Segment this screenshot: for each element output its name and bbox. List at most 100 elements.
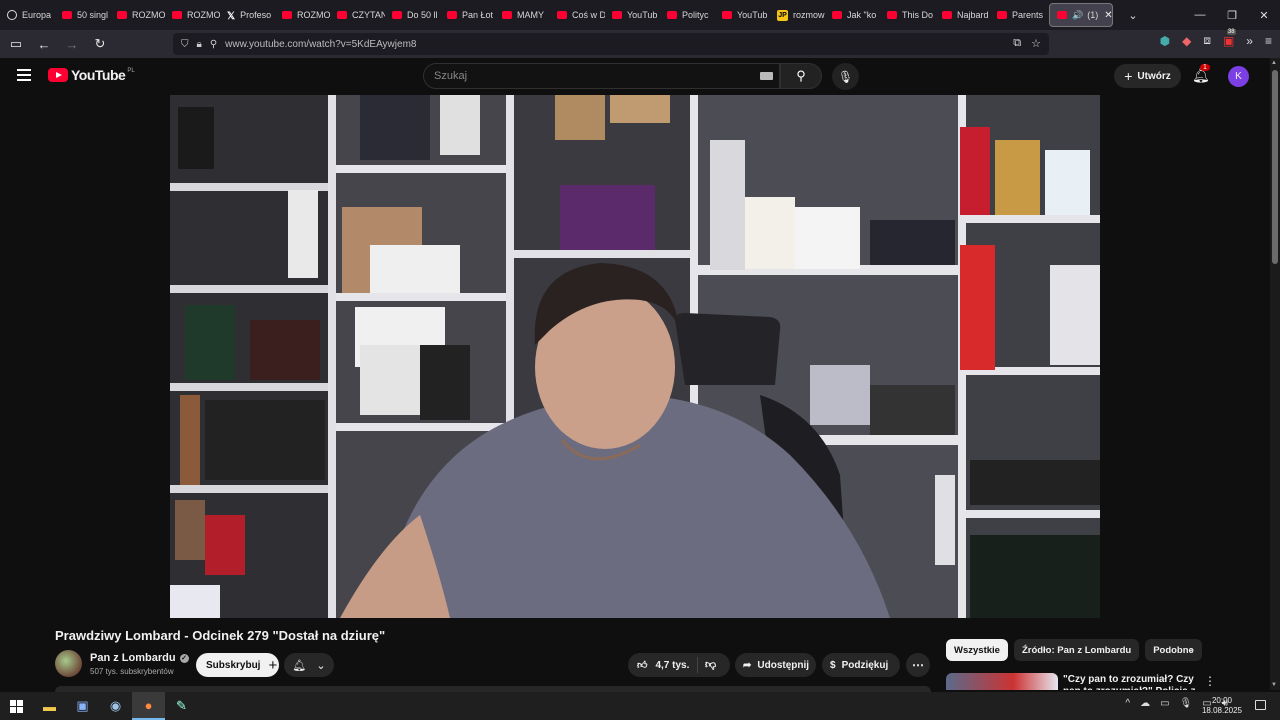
close-window-icon[interactable]: ✕	[1248, 0, 1280, 30]
app-icon[interactable]: ✎	[165, 692, 198, 720]
extension-fox-icon[interactable]: ◆	[1182, 34, 1191, 48]
thumbs-down-icon[interactable]: 👎︎	[705, 658, 716, 671]
forward-button[interactable]: →	[60, 32, 84, 56]
extension-shield-icon[interactable]: ⬢	[1160, 34, 1170, 48]
file-explorer-icon[interactable]: ▬	[33, 692, 66, 720]
browser-tab[interactable]: ROZMO	[275, 0, 330, 30]
logo-text: YouTube	[71, 67, 126, 83]
like-button[interactable]: 👍︎ 4,7 tys. 👎︎	[628, 653, 730, 677]
notification-center-icon[interactable]	[1255, 700, 1266, 710]
tab-list-chevron-icon[interactable]: ⌄	[1119, 0, 1147, 30]
speaker-icon[interactable]: 🔊	[1072, 10, 1083, 21]
picture-in-picture-icon[interactable]: ⧉	[1013, 37, 1021, 50]
scroll-down-icon[interactable]: ▼	[1271, 682, 1277, 688]
guide-menu-icon[interactable]	[17, 69, 31, 81]
video-title: Prawdziwy Lombard - Odcinek 279 "Dostał …	[55, 628, 386, 643]
browser-tab-active[interactable]: 🔊 (1) ✕	[1049, 3, 1113, 27]
browser-tab[interactable]: ROZMO	[110, 0, 165, 30]
usb-icon[interactable]: ▭	[1160, 698, 1169, 709]
scrollbar-thumb[interactable]	[1272, 70, 1278, 264]
channel-name[interactable]: Pan z Lombardu ✓	[90, 652, 189, 664]
taskbar-clock[interactable]: 20:00 18.08.2025	[1202, 696, 1242, 716]
tab-label: Europa	[22, 10, 52, 20]
reload-button[interactable]: ↻	[88, 32, 112, 56]
tab-label: Parents	[1012, 10, 1044, 20]
microphone-icon: 🎙︎	[837, 69, 854, 84]
chevron-right-icon[interactable]: ›	[1190, 643, 1194, 657]
browser-tab[interactable]: ROZMO	[165, 0, 220, 30]
tab-label: ROZMO	[132, 10, 165, 20]
notifications-badge: 1	[1200, 64, 1210, 71]
url-bar[interactable]: ⛉ 🔒︎ ⚲ www.youtube.com/watch?v=5KdEAywje…	[173, 33, 1049, 55]
back-button[interactable]: ←	[32, 32, 56, 56]
page-scrollbar[interactable]: ▲ ▼	[1270, 58, 1280, 690]
browser-tab[interactable]: Coś w D	[550, 0, 605, 30]
start-button[interactable]	[0, 692, 33, 720]
minimize-icon[interactable]: —	[1184, 0, 1216, 30]
channel-avatar[interactable]	[55, 650, 82, 677]
browser-tab[interactable]: MAMY	[495, 0, 550, 30]
browser-tab[interactable]: YouTub	[715, 0, 770, 30]
clock-time: 20:00	[1211, 696, 1232, 705]
thanks-button[interactable]: $ Podziękuj	[822, 653, 900, 677]
chip-all[interactable]: Wszystkie	[946, 639, 1008, 661]
close-icon[interactable]: ✕	[1104, 10, 1112, 21]
youtube-icon	[62, 11, 72, 19]
subscribe-button[interactable]: Subskrybuj +	[196, 653, 279, 677]
recommendation-thumbnail[interactable]	[946, 673, 1058, 690]
notifications-button[interactable]: 🔔︎ 1	[1192, 64, 1210, 84]
bookmark-star-icon[interactable]: ☆	[1031, 37, 1041, 50]
browser-tab[interactable]: This Do	[880, 0, 935, 30]
cloud-icon[interactable]: ☁	[1140, 698, 1150, 709]
x-icon: 𝕏	[227, 11, 236, 22]
extension-badge-icon[interactable]: ▣ 38	[1223, 28, 1236, 48]
search-input[interactable]: Szukaj	[423, 63, 780, 89]
browser-tab[interactable]: 50 singl	[55, 0, 110, 30]
browser-tab[interactable]: Do 50 ll	[385, 0, 440, 30]
browser-tab[interactable]: Najbard	[935, 0, 990, 30]
lock-icon: 🔒︎	[196, 38, 202, 50]
browser-tab[interactable]: Pan Łot	[440, 0, 495, 30]
browser-tab[interactable]: Polityc	[660, 0, 715, 30]
browser-tab[interactable]: JP rozmow	[770, 0, 825, 30]
monitor-app-icon[interactable]: ▣	[66, 692, 99, 720]
channel-notifications-button[interactable]: 🔔︎ ⌄	[284, 653, 334, 677]
share-button[interactable]: ➦ Udostępnij	[735, 653, 816, 677]
keyboard-icon[interactable]	[760, 72, 773, 80]
overflow-chevron-icon[interactable]: »	[1246, 34, 1253, 48]
scroll-up-icon[interactable]: ▲	[1271, 60, 1277, 66]
browser-tab[interactable]: YouTub	[605, 0, 660, 30]
browser-tab[interactable]: CZYTAN	[330, 0, 385, 30]
search-icon: ⚲	[796, 68, 806, 83]
recommendation-title[interactable]: "Czy pan to zrozumiał? Czy pan to zrozum…	[1063, 674, 1198, 690]
plus-icon: +	[268, 656, 278, 674]
microphone-icon[interactable]: 🎙︎	[1180, 698, 1193, 709]
browser-tab[interactable]: Jak "ko	[825, 0, 880, 30]
youtube-icon	[172, 11, 182, 19]
sidebar-toggle-icon[interactable]: ▭	[4, 32, 28, 56]
youtube-logo[interactable]: YouTube PL	[48, 67, 135, 83]
tab-label: Jak "ko	[847, 10, 877, 20]
browser-tab[interactable]: Parents	[990, 0, 1045, 30]
share-icon: ➦	[743, 659, 752, 671]
restore-icon[interactable]: ❐	[1216, 0, 1248, 30]
browser-tab[interactable]: 𝕏 Profeso	[220, 0, 275, 30]
avatar[interactable]: K	[1228, 66, 1249, 87]
window-controls: — ❐ ✕	[1184, 0, 1280, 30]
app-menu-icon[interactable]: ≡	[1265, 34, 1272, 48]
tab-label: Profeso	[240, 10, 272, 20]
tab-label: YouTub	[627, 10, 658, 20]
youtube-icon	[832, 11, 842, 19]
chip-source[interactable]: Źródło: Pan z Lombardu	[1013, 639, 1140, 661]
more-actions-button[interactable]: ⋯	[906, 653, 930, 677]
more-vertical-icon[interactable]: ⋮	[1204, 674, 1216, 688]
search-button[interactable]: ⚲	[780, 63, 822, 89]
create-button[interactable]: + Utwórz	[1114, 64, 1181, 88]
video-player[interactable]	[170, 95, 1100, 618]
steam-icon[interactable]: ◉	[99, 692, 132, 720]
tray-chevron-up-icon[interactable]: ^	[1125, 698, 1130, 709]
firefox-icon[interactable]: ●	[132, 692, 165, 720]
extensions-icon[interactable]: ⧈	[1203, 33, 1211, 48]
browser-tab[interactable]: Europa	[0, 0, 55, 30]
voice-search-button[interactable]: 🎙︎	[832, 63, 859, 90]
